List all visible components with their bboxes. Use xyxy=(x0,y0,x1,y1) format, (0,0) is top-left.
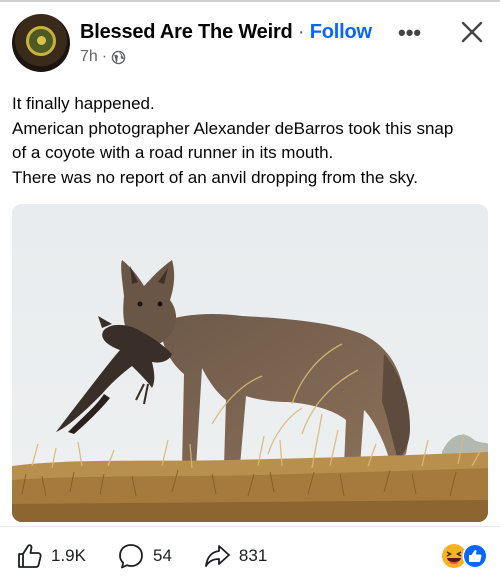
footer-divider xyxy=(0,526,500,527)
post-text-line: It finally happened. xyxy=(12,94,155,113)
follow-button[interactable]: Follow xyxy=(310,21,372,43)
comment-count: 54 xyxy=(152,546,172,565)
globe-icon xyxy=(111,50,126,64)
like-button[interactable]: 1.9K xyxy=(14,541,86,571)
coyote-photo xyxy=(12,204,488,522)
share-count: 831 xyxy=(238,546,268,565)
share-button[interactable]: 831 xyxy=(202,541,267,571)
post-actions: 1.9K 54 831 xyxy=(14,540,297,572)
page-avatar[interactable] xyxy=(12,14,70,72)
post-text: It finally happened. American photograph… xyxy=(12,92,492,190)
more-options-icon[interactable]: ••• xyxy=(398,22,421,44)
share-icon xyxy=(205,545,230,567)
haha-reaction-icon xyxy=(442,544,466,568)
avatar-logo xyxy=(26,26,56,56)
like-count: 1.9K xyxy=(51,546,86,565)
like-reaction-icon xyxy=(462,543,488,569)
post-header-title: Blessed Are The Weird · Follow xyxy=(80,21,372,44)
post-text-line: of a coyote with a road runner in its mo… xyxy=(12,143,334,162)
post-text-line: There was no report of an anvil dropping… xyxy=(12,167,418,187)
page-name[interactable]: Blessed Are The Weird xyxy=(80,21,293,43)
close-icon[interactable] xyxy=(458,18,486,46)
comment-icon xyxy=(119,544,143,569)
post-meta: 7h · xyxy=(80,48,126,66)
header-separator: · xyxy=(297,21,305,43)
thumbs-up-icon xyxy=(18,544,42,568)
reaction-icons[interactable] xyxy=(440,542,490,570)
post-photo[interactable] xyxy=(12,204,488,522)
top-divider xyxy=(0,0,500,2)
post-time[interactable]: 7h xyxy=(80,48,98,66)
comment-button[interactable]: 54 xyxy=(116,541,172,571)
post-text-line: American photographer Alexander deBarros… xyxy=(12,118,454,138)
time-separator: · xyxy=(101,48,108,65)
